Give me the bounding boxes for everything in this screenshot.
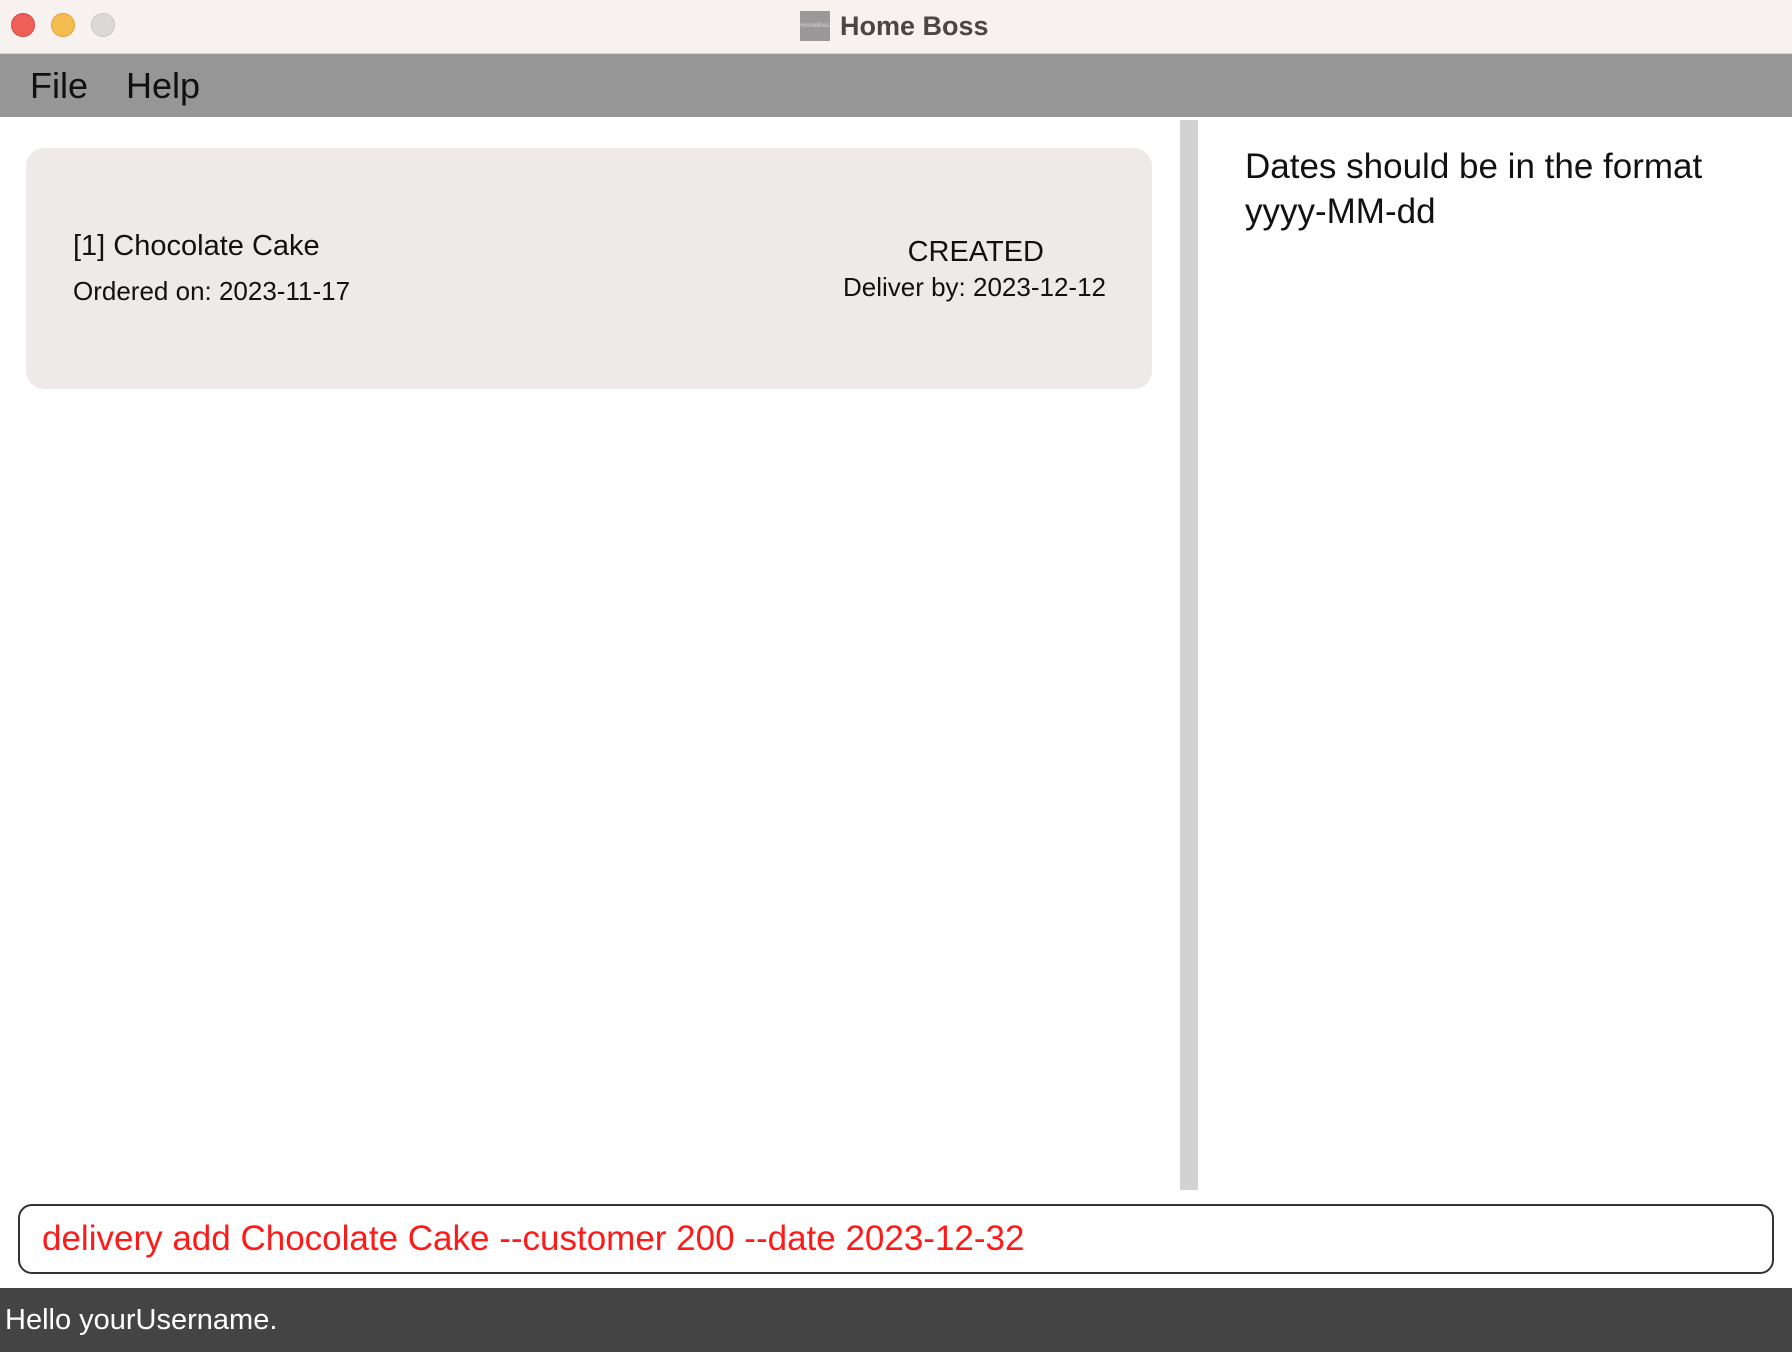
order-status: CREATED xyxy=(907,236,1044,268)
menu-help[interactable]: Help xyxy=(126,65,200,107)
menu-bar: File Help xyxy=(0,54,1792,117)
close-window-button[interactable] xyxy=(11,13,35,37)
window-title: Home Boss xyxy=(840,10,989,41)
result-message: Dates should be in the format yyyy-MM-dd xyxy=(1245,147,1703,231)
app-logo-text: HomeBoss xyxy=(800,23,830,29)
order-card[interactable]: [1] Chocolate Cake Ordered on: 2023-11-1… xyxy=(26,148,1152,389)
minimize-window-button[interactable] xyxy=(51,13,75,37)
order-deliver-by: Deliver by: 2023-12-12 xyxy=(842,272,1106,302)
result-display-panel: Dates should be in the format yyyy-MM-dd xyxy=(1198,118,1792,1190)
app-logo-icon: HomeBoss xyxy=(800,11,830,41)
order-list-panel: [1] Chocolate Cake Ordered on: 2023-11-1… xyxy=(0,118,1180,1190)
window-title-group: HomeBoss Home Boss xyxy=(800,10,989,42)
title-bar: HomeBoss Home Boss xyxy=(0,0,1792,54)
order-date: Ordered on: 2023-11-17 xyxy=(73,276,351,306)
command-input[interactable] xyxy=(42,1219,1772,1259)
order-name: [1] Chocolate Cake xyxy=(73,230,320,262)
app-window: HomeBoss Home Boss File Help [1] Chocola… xyxy=(0,0,1792,1352)
status-bar: Hello yourUsername. xyxy=(0,1288,1792,1352)
command-box[interactable] xyxy=(18,1204,1774,1274)
menu-file[interactable]: File xyxy=(30,65,88,107)
status-message: Hello yourUsername. xyxy=(5,1303,278,1336)
split-pane-divider[interactable] xyxy=(1180,120,1198,1190)
maximize-window-button[interactable] xyxy=(91,13,115,37)
